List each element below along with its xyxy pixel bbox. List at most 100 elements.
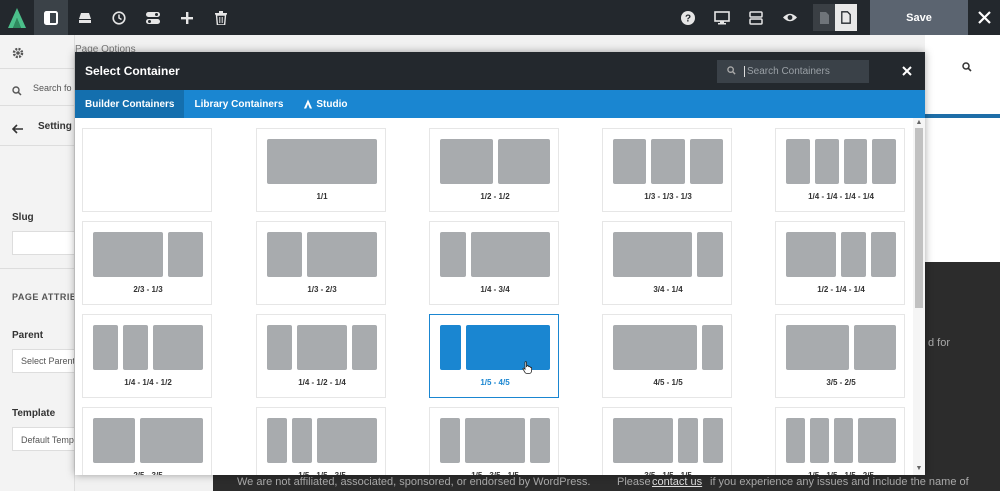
column-block [440,325,461,370]
studio-icon [303,99,313,109]
scroll-up-icon[interactable]: ▲ [915,119,923,127]
container-label: 3/5 - 1/5 - 1/5 [603,471,733,475]
container-option[interactable]: 1/4 - 1/4 - 1/4 - 1/4 [775,128,905,212]
modal-close-icon[interactable] [897,61,917,81]
back-arrow-icon[interactable] [11,121,24,139]
column-block [471,232,550,277]
toolbar-right-group: ? Save [671,0,1000,35]
container-label: 1/5 - 1/5 - 3/5 [257,471,387,475]
container-option[interactable]: 2/3 - 1/3 [82,221,212,305]
trash-icon[interactable] [204,0,238,35]
column-block [530,418,550,463]
container-label: 2/3 - 1/3 [133,285,163,294]
slug-input[interactable] [12,231,74,255]
footer-please: Please [617,476,651,488]
container-option[interactable]: 1/4 - 1/2 - 1/4 [256,314,386,398]
column-block [871,232,896,277]
page-attributes-heading: PAGE ATTRIBU [12,292,74,302]
container-label: 4/5 - 1/5 [653,378,683,387]
scroll-thumb[interactable] [915,128,923,308]
footer-rest: if you experience any issues and include… [710,476,969,488]
preview-search-icon[interactable] [962,59,972,77]
column-block [613,232,692,277]
column-block [814,139,839,184]
help-icon[interactable]: ? [671,0,705,35]
container-label: 1/4 - 1/4 - 1/2 [124,378,172,387]
column-block [465,418,525,463]
container-search [717,59,869,83]
column-block [440,232,467,277]
column-block [786,139,810,184]
hand-cursor-icon [522,361,533,379]
logo-icon[interactable] [0,0,34,35]
document-toggle [813,4,857,31]
parent-label: Parent [12,330,44,341]
container-option[interactable]: 1/2 - 1/4 - 1/4 [775,221,905,305]
toggle-icon[interactable] [136,0,170,35]
footer-disclaimer: We are not affiliated, associated, spons… [237,476,591,488]
container-option[interactable]: 4/5 - 1/5 [602,314,732,398]
plus-icon[interactable] [170,0,204,35]
select-container-modal: Select Container Builder Containers Libr… [75,52,925,475]
container-label: 1/3 - 1/3 - 1/3 [644,192,692,201]
container-option[interactable]: 1/4 - 3/4 [429,221,559,305]
container-option[interactable]: 1/3 - 2/3 [256,221,386,305]
modal-header: Select Container [75,52,925,90]
page-preview-right: d for [925,35,1000,491]
container-option[interactable]: 1/5 - 1/5 - 3/5 [256,407,386,475]
container-label: 2/5 - 3/5 [83,471,213,475]
container-option[interactable]: 2/5 - 3/5 [82,407,212,475]
container-option[interactable]: 3/4 - 1/4 [602,221,732,305]
column-block [267,232,302,277]
close-icon[interactable] [968,0,1000,35]
preview-dark-section [925,262,1000,491]
column-block [703,418,723,463]
container-option[interactable]: 3/5 - 1/5 - 1/5 [602,407,732,475]
sidebar-search-input[interactable]: Search fo [33,83,72,93]
scrollbar[interactable]: ▲ ▼ [913,118,925,475]
layout-icon[interactable] [34,0,68,35]
column-block [872,139,896,184]
save-button[interactable]: Save [870,0,968,35]
divider [0,68,74,69]
column-block [854,325,896,370]
container-option[interactable]: 1/5 - 1/5 - 1/5 - 2/5 [775,407,905,475]
container-option[interactable]: 1/3 - 1/3 - 1/3 [602,128,732,212]
tab-studio[interactable]: Studio [293,90,357,118]
column-block [140,418,203,463]
container-option[interactable]: 1/1 [256,128,386,212]
rows-icon[interactable] [739,0,773,35]
page-options-strip: Page Options [75,35,925,52]
container-option[interactable]: 3/5 - 2/5 [775,314,905,398]
container-label: 1/2 - 1/4 - 1/4 [817,285,865,294]
gear-icon[interactable] [12,46,24,64]
column-block [696,232,723,277]
column-block [613,418,673,463]
clock-icon[interactable] [102,0,136,35]
container-option[interactable] [82,128,212,212]
column-block [841,232,866,277]
doc-active-icon[interactable] [835,4,857,31]
tab-builder-containers[interactable]: Builder Containers [75,90,185,118]
column-block [352,325,377,370]
container-option[interactable]: 1/5 - 4/5 [429,314,559,398]
container-option[interactable]: 1/5 - 3/5 - 1/5 [429,407,559,475]
scroll-down-icon[interactable]: ▼ [915,465,923,473]
column-block [93,232,163,277]
container-option[interactable]: 1/4 - 1/4 - 1/2 [82,314,212,398]
search-containers-input[interactable] [744,65,862,77]
column-block [810,418,829,463]
container-option[interactable]: 1/2 - 1/2 [429,128,559,212]
doc-icon[interactable] [813,4,835,31]
tab-library-containers[interactable]: Library Containers [184,90,293,118]
column-block [843,139,868,184]
page-options-label: Page Options [75,44,136,52]
desktop-icon[interactable] [705,0,739,35]
eye-icon[interactable] [773,0,807,35]
column-block [858,418,896,463]
column-block [267,325,292,370]
column-block [786,418,805,463]
hard-drive-icon[interactable] [68,0,102,35]
column-block [786,325,849,370]
contact-us-link[interactable]: contact us [652,476,702,488]
